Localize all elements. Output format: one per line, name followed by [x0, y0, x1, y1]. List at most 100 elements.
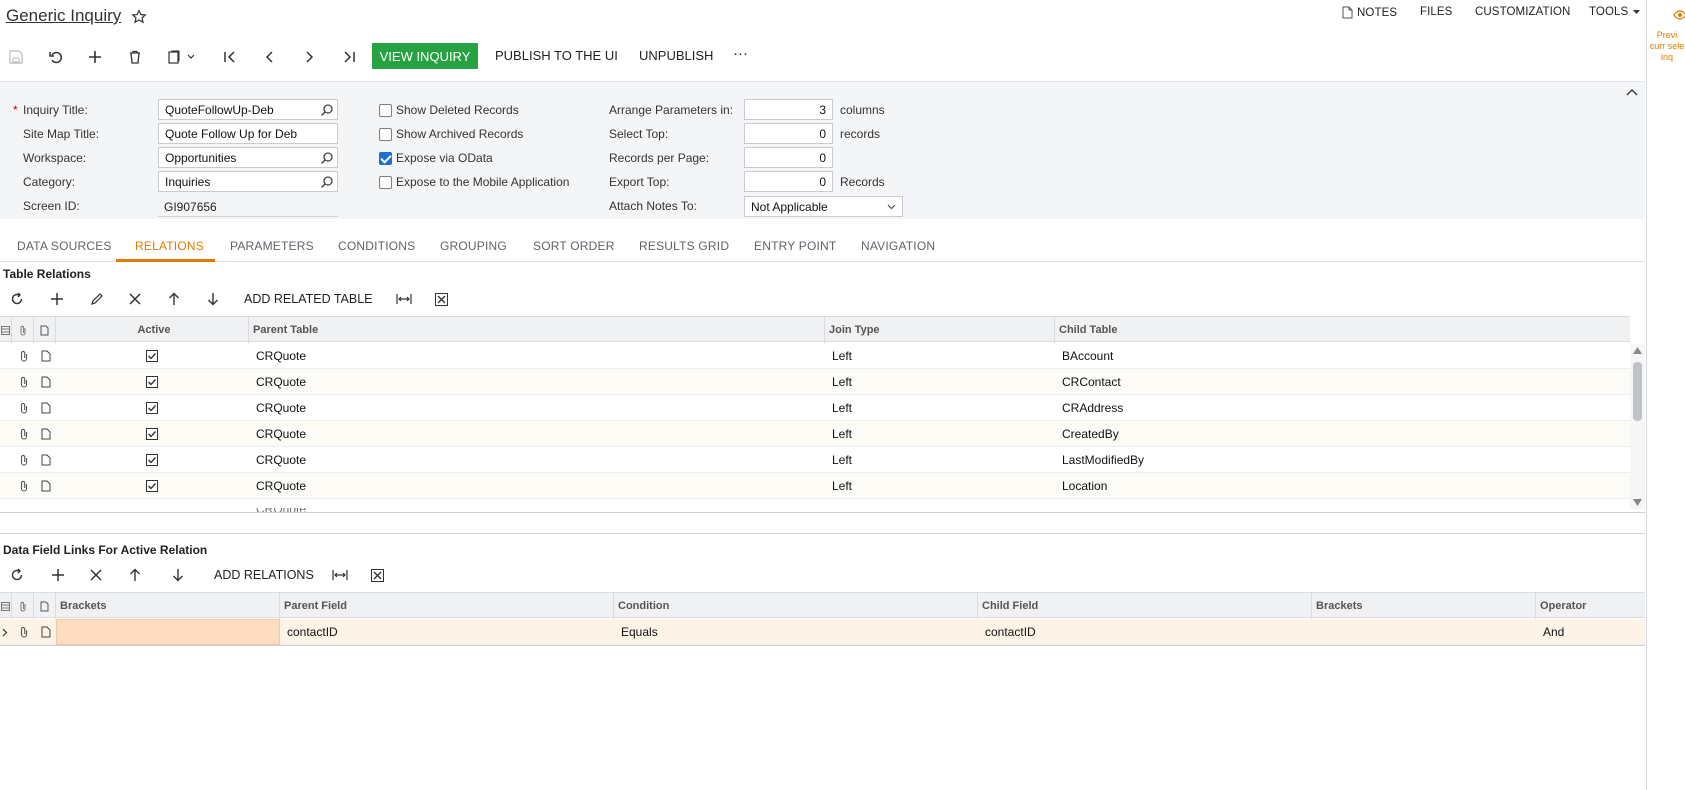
table-row[interactable]: CRQuote Left LastModifiedBy	[0, 447, 1630, 473]
save-icon[interactable]	[7, 48, 25, 66]
tab-entry-point[interactable]: ENTRY POINT	[754, 239, 836, 253]
col-child-table[interactable]: Child Table	[1055, 317, 1630, 343]
add-related-table-button[interactable]: ADD RELATED TABLE	[244, 292, 396, 306]
table-row[interactable]: CRQuote Left BAccount	[0, 343, 1630, 369]
notes-button[interactable]: NOTES	[1342, 6, 1397, 19]
add-relations-button[interactable]: ADD RELATIONS	[214, 568, 332, 582]
active-checkbox-icon[interactable]	[146, 447, 158, 473]
note-icon[interactable]	[40, 447, 52, 473]
site-map-title-field[interactable]: Quote Follow Up for Deb	[158, 123, 338, 144]
tab-sort-order[interactable]: SORT ORDER	[533, 239, 615, 253]
move-up-icon[interactable]	[168, 292, 207, 306]
note-icon[interactable]	[40, 421, 52, 447]
attach-notes-select[interactable]: Not Applicable	[744, 196, 903, 217]
table-row[interactable]: contactID Equals contactID And	[0, 619, 1645, 645]
attachment-icon[interactable]	[18, 395, 30, 421]
col-parent-field[interactable]: Parent Field	[280, 593, 614, 619]
checkbox-checked[interactable]	[379, 151, 392, 165]
active-checkbox-icon[interactable]	[146, 369, 158, 395]
publish-button[interactable]: PUBLISH TO THE UI	[495, 48, 618, 63]
first-record-icon[interactable]	[221, 48, 239, 66]
export-top-field[interactable]: 0	[744, 171, 833, 192]
tab-navigation[interactable]: NAVIGATION	[861, 239, 935, 253]
tab-results-grid[interactable]: RESULTS GRID	[639, 239, 729, 253]
expose-mobile-checkbox[interactable]: Expose to the Mobile Application	[379, 175, 569, 189]
tab-grouping[interactable]: GROUPING	[440, 239, 507, 253]
table-row[interactable]: CRQuote Left CRContact	[0, 369, 1630, 395]
scroll-up-icon[interactable]	[1633, 347, 1642, 354]
col-child-field[interactable]: Child Field	[978, 593, 1312, 619]
tab-conditions[interactable]: CONDITIONS	[338, 239, 415, 253]
export-excel-icon[interactable]	[435, 292, 448, 306]
refresh-icon[interactable]	[10, 568, 51, 582]
brackets-open-cell[interactable]	[56, 619, 280, 645]
attachment-icon[interactable]	[18, 421, 30, 447]
active-checkbox-icon[interactable]	[146, 473, 158, 499]
row-selector-header-icon[interactable]	[0, 593, 12, 619]
add-icon[interactable]	[86, 48, 104, 66]
delete-row-icon[interactable]	[129, 293, 168, 305]
col-condition[interactable]: Condition	[614, 593, 978, 619]
fit-columns-icon[interactable]	[396, 293, 435, 305]
files-button[interactable]: FILES	[1420, 6, 1452, 18]
table-row[interactable]: CRQuote Left CRAddress	[0, 395, 1630, 421]
view-inquiry-button[interactable]: VIEW INQUIRY	[372, 43, 478, 69]
show-deleted-checkbox[interactable]: Show Deleted Records	[379, 103, 519, 117]
add-row-icon[interactable]	[50, 292, 90, 306]
attachment-icon[interactable]	[18, 369, 30, 395]
row-expand-icon[interactable]	[2, 619, 8, 645]
col-brackets-close[interactable]: Brackets	[1312, 593, 1536, 619]
scroll-down-icon[interactable]	[1633, 499, 1642, 506]
note-icon[interactable]	[40, 473, 52, 499]
checkbox-unchecked[interactable]	[379, 175, 392, 189]
col-active[interactable]: Active	[56, 317, 249, 343]
note-icon[interactable]	[40, 619, 52, 645]
move-up-icon[interactable]	[129, 568, 172, 582]
attachment-icon[interactable]	[18, 447, 30, 473]
add-row-icon[interactable]	[51, 568, 90, 582]
last-record-icon[interactable]	[340, 48, 358, 66]
relations-scroll-thumb[interactable]	[1633, 362, 1642, 421]
select-top-field[interactable]: 0	[744, 123, 833, 144]
more-actions-button[interactable]: ···	[733, 45, 748, 62]
checkbox-unchecked[interactable]	[379, 103, 392, 117]
col-parent-table[interactable]: Parent Table	[249, 317, 825, 343]
search-icon[interactable]	[320, 175, 334, 189]
tab-relations[interactable]: RELATIONS	[135, 239, 204, 253]
customization-button[interactable]: CUSTOMIZATION	[1475, 6, 1570, 18]
show-archived-checkbox[interactable]: Show Archived Records	[379, 127, 523, 141]
note-icon[interactable]	[40, 395, 52, 421]
move-down-icon[interactable]	[172, 568, 214, 582]
tab-data-sources[interactable]: DATA SOURCES	[17, 239, 112, 253]
delete-row-icon[interactable]	[90, 569, 129, 581]
unpublish-button[interactable]: UNPUBLISH	[639, 48, 713, 63]
active-checkbox-icon[interactable]	[146, 421, 158, 447]
favorite-star-icon[interactable]	[131, 9, 147, 25]
refresh-icon[interactable]	[10, 292, 50, 306]
arrange-params-field[interactable]: 3	[744, 99, 833, 120]
row-selector-header-icon[interactable]	[0, 317, 12, 343]
tab-parameters[interactable]: PARAMETERS	[230, 239, 314, 253]
col-join-type[interactable]: Join Type	[825, 317, 1055, 343]
search-icon[interactable]	[320, 103, 334, 117]
search-icon[interactable]	[320, 151, 334, 165]
edit-icon[interactable]	[90, 292, 129, 306]
delete-icon[interactable]	[126, 48, 144, 66]
active-checkbox-icon[interactable]	[146, 343, 158, 369]
category-field[interactable]: Inquiries	[158, 171, 338, 192]
col-brackets-open[interactable]: Brackets	[56, 593, 280, 619]
note-icon[interactable]	[40, 369, 52, 395]
move-down-icon[interactable]	[207, 292, 244, 306]
records-per-page-field[interactable]: 0	[744, 147, 833, 168]
attachment-icon[interactable]	[18, 343, 30, 369]
collapse-icon[interactable]	[1626, 88, 1638, 96]
next-record-icon[interactable]	[300, 48, 318, 66]
inquiry-title-field[interactable]: QuoteFollowUp-Deb	[158, 99, 338, 120]
note-icon[interactable]	[40, 343, 52, 369]
undo-icon[interactable]	[47, 48, 65, 66]
attachment-icon[interactable]	[18, 473, 30, 499]
copy-paste-icon[interactable]	[165, 48, 201, 66]
checkbox-unchecked[interactable]	[379, 127, 392, 141]
previous-record-icon[interactable]	[261, 48, 279, 66]
tools-menu-button[interactable]: TOOLS	[1589, 6, 1641, 18]
